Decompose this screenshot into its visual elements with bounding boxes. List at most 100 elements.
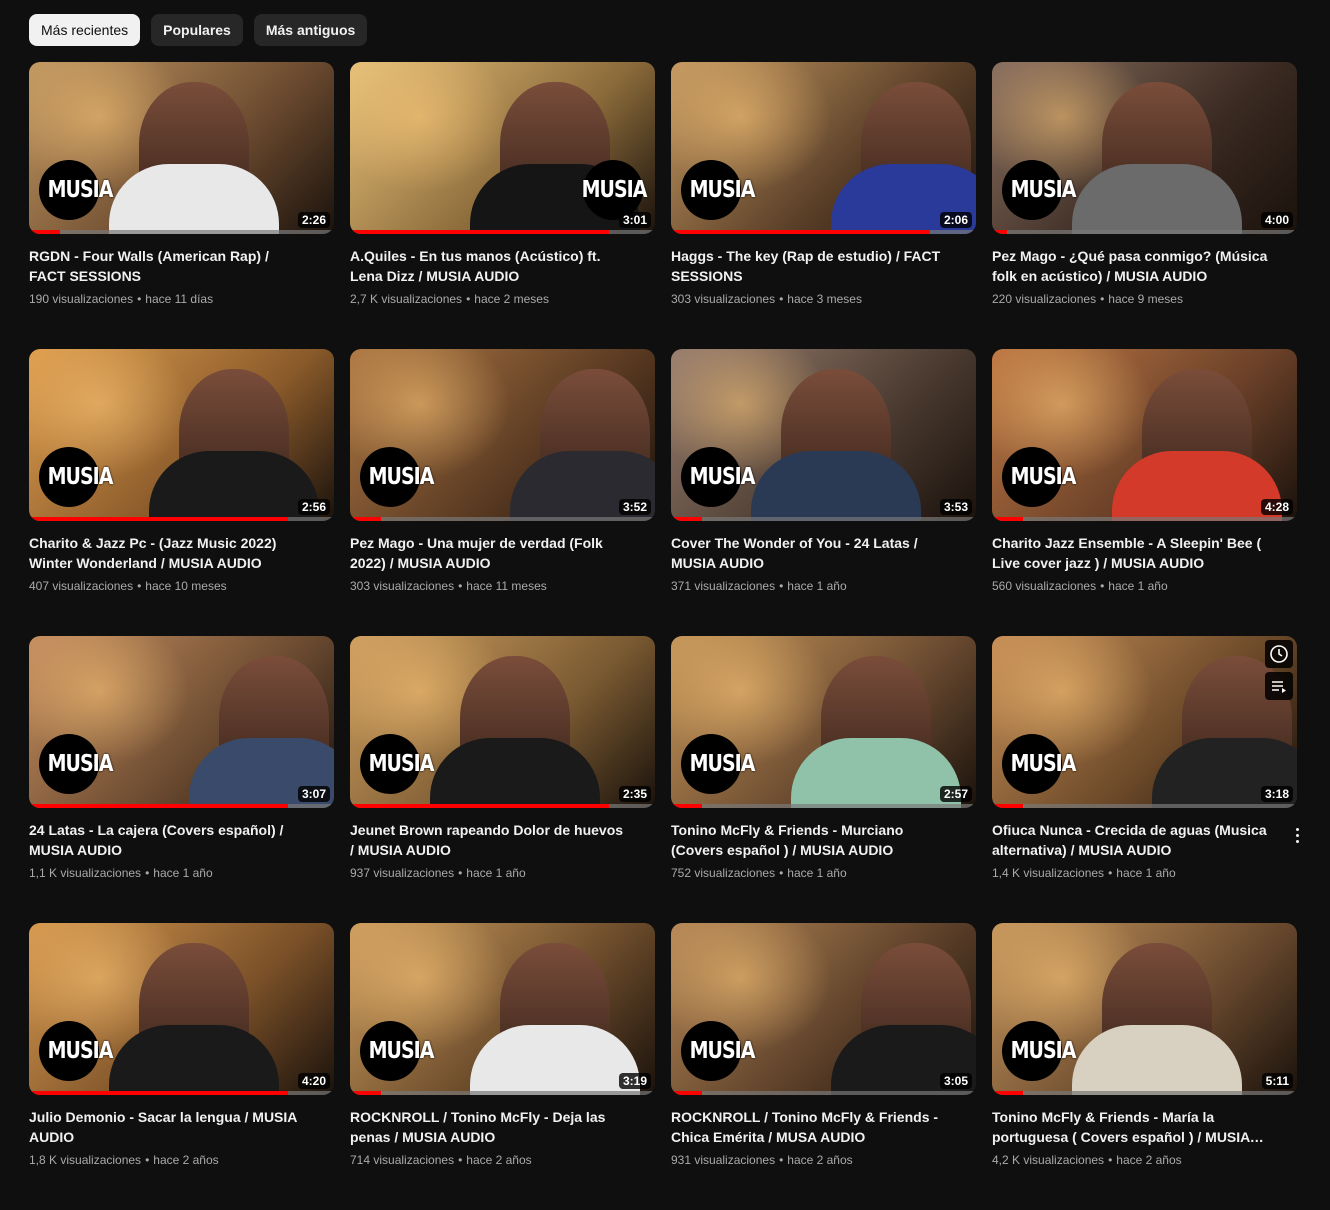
video-thumbnail[interactable]: MUSIA 2:06: [671, 62, 976, 234]
watch-progress-bar: [992, 804, 1297, 808]
watch-progress-fill: [671, 517, 702, 521]
video-card[interactable]: MUSIA 3:53 Cover The Wonder of You - 24 …: [671, 349, 976, 636]
channel-logo-watermark: MUSIA: [1002, 1021, 1076, 1081]
video-duration: 2:06: [939, 212, 972, 228]
channel-logo-text: MUSIA: [47, 176, 114, 204]
upload-age: hace 2 años: [1116, 1153, 1182, 1167]
thumbnail-performer-body: [751, 451, 921, 521]
video-title[interactable]: Pez Mago - Una mujer de verdad (Folk 202…: [350, 533, 630, 573]
video-title[interactable]: ROCKNROLL / Tonino McFly & Friends - Chi…: [671, 1107, 951, 1147]
video-duration: 3:53: [939, 499, 972, 515]
video-thumbnail[interactable]: MUSIA 3:53: [671, 349, 976, 521]
video-card[interactable]: MUSIA 4:28 Charito Jazz Ensemble - A Sle…: [992, 349, 1297, 636]
video-thumbnail[interactable]: MUSIA 2:26: [29, 62, 334, 234]
video-card[interactable]: MUSIA 3:01 A.Quiles - En tus manos (Acús…: [350, 62, 655, 349]
meta-separator: •: [137, 579, 142, 593]
video-thumbnail[interactable]: MUSIA 3:05: [671, 923, 976, 1095]
upload-age: hace 2 años: [787, 1153, 853, 1167]
video-title[interactable]: Jeunet Brown rapeando Dolor de huevos / …: [350, 820, 630, 860]
filter-chips: Más recientes Populares Más antiguos: [29, 14, 368, 46]
video-thumbnail[interactable]: MUSIA 5:11: [992, 923, 1297, 1095]
video-title[interactable]: Pez Mago - ¿Qué pasa conmigo? (Música fo…: [992, 246, 1272, 286]
video-duration: 3:52: [618, 499, 651, 515]
video-thumbnail[interactable]: MUSIA 2:35: [350, 636, 655, 808]
meta-separator: •: [1108, 866, 1113, 880]
video-card[interactable]: MUSIA 2:06 Haggs - The key (Rap de estud…: [671, 62, 976, 349]
view-count: 931 visualizaciones: [671, 1153, 776, 1167]
video-duration: 3:18: [1260, 786, 1293, 802]
video-card[interactable]: MUSIA 3:07 24 Latas - La cajera (Covers …: [29, 636, 334, 923]
video-card[interactable]: MUSIA 2:56 Charito & Jazz Pc - (Jazz Mus…: [29, 349, 334, 636]
watch-progress-fill: [29, 517, 289, 521]
video-card[interactable]: MUSIA 3:18 Ofiuca Nunca - Crecida de agu…: [992, 636, 1299, 923]
view-count: 407 visualizaciones: [29, 579, 134, 593]
meta-separator: •: [779, 866, 784, 880]
thumbnail-performer-body: [109, 1025, 279, 1095]
video-thumbnail[interactable]: MUSIA 3:18: [992, 636, 1297, 808]
video-title[interactable]: Cover The Wonder of You - 24 Latas / MUS…: [671, 533, 951, 573]
watch-later-icon[interactable]: [1265, 640, 1293, 668]
channel-logo-text: MUSIA: [689, 176, 756, 204]
video-metadata: 4,2 K visualizaciones • hace 2 años: [992, 1151, 1297, 1169]
upload-age: hace 1 año: [787, 866, 847, 880]
view-count: 1,1 K visualizaciones: [29, 866, 142, 880]
video-title[interactable]: Charito & Jazz Pc - (Jazz Music 2022) Wi…: [29, 533, 309, 573]
video-card[interactable]: MUSIA 3:19 ROCKNROLL / Tonino McFly - De…: [350, 923, 655, 1210]
meta-separator: •: [1100, 292, 1105, 306]
video-title[interactable]: Tonino McFly & Friends - María la portug…: [992, 1107, 1272, 1147]
video-card[interactable]: MUSIA 3:05 ROCKNROLL / Tonino McFly & Fr…: [671, 923, 976, 1210]
thumbnail-performer-body: [149, 451, 319, 521]
video-card[interactable]: MUSIA 4:00 Pez Mago - ¿Qué pasa conmigo?…: [992, 62, 1297, 349]
video-thumbnail[interactable]: MUSIA 4:20: [29, 923, 334, 1095]
video-card[interactable]: MUSIA 2:57 Tonino McFly & Friends - Murc…: [671, 636, 976, 923]
watch-progress-fill: [350, 517, 381, 521]
view-count: 371 visualizaciones: [671, 579, 776, 593]
video-title[interactable]: ROCKNROLL / Tonino McFly - Deja las pena…: [350, 1107, 630, 1147]
video-thumbnail[interactable]: MUSIA 4:28: [992, 349, 1297, 521]
video-thumbnail[interactable]: MUSIA 3:07: [29, 636, 334, 808]
video-title[interactable]: RGDN - Four Walls (American Rap) / FACT …: [29, 246, 309, 286]
video-card[interactable]: MUSIA 3:52 Pez Mago - Una mujer de verda…: [350, 349, 655, 636]
video-card[interactable]: MUSIA 4:20 Julio Demonio - Sacar la leng…: [29, 923, 334, 1210]
video-thumbnail[interactable]: MUSIA 4:00: [992, 62, 1297, 234]
video-title[interactable]: 24 Latas - La cajera (Covers español) / …: [29, 820, 309, 860]
chip-popular[interactable]: Populares: [151, 14, 243, 46]
video-title[interactable]: Haggs - The key (Rap de estudio) / FACT …: [671, 246, 951, 286]
video-metadata: 2,7 K visualizaciones • hace 2 meses: [350, 290, 655, 308]
watch-progress-bar: [29, 517, 334, 521]
channel-logo-watermark: MUSIA: [360, 734, 434, 794]
thumbnail-performer-body: [430, 738, 600, 808]
thumbnail-performer-body: [1072, 1025, 1242, 1095]
video-thumbnail[interactable]: MUSIA 3:52: [350, 349, 655, 521]
video-thumbnail[interactable]: MUSIA 3:01: [350, 62, 655, 234]
channel-logo-text: MUSIA: [1010, 1037, 1077, 1065]
chip-most-recent[interactable]: Más recientes: [29, 14, 141, 46]
video-thumbnail[interactable]: MUSIA 2:57: [671, 636, 976, 808]
video-title[interactable]: A.Quiles - En tus manos (Acústico) ft. L…: [350, 246, 630, 286]
watch-progress-bar: [992, 517, 1297, 521]
meta-separator: •: [466, 292, 471, 306]
channel-logo-text: MUSIA: [689, 750, 756, 778]
video-title[interactable]: Julio Demonio - Sacar la lengua / MUSIA …: [29, 1107, 309, 1147]
video-duration: 5:11: [1261, 1073, 1293, 1089]
video-card[interactable]: MUSIA 5:11 Tonino McFly & Friends - Marí…: [992, 923, 1297, 1210]
video-grid: MUSIA 2:26 RGDN - Four Walls (American R…: [29, 62, 1299, 1210]
video-card[interactable]: MUSIA 2:35 Jeunet Brown rapeando Dolor d…: [350, 636, 655, 923]
video-duration: 4:28: [1260, 499, 1293, 515]
video-title[interactable]: Charito Jazz Ensemble - A Sleepin' Bee (…: [992, 533, 1272, 573]
video-metadata: 190 visualizaciones • hace 11 días: [29, 290, 334, 308]
video-thumbnail[interactable]: MUSIA 2:56: [29, 349, 334, 521]
watch-progress-fill: [671, 230, 931, 234]
video-card[interactable]: MUSIA 2:26 RGDN - Four Walls (American R…: [29, 62, 334, 349]
add-to-queue-icon[interactable]: [1265, 672, 1293, 700]
meta-separator: •: [458, 579, 463, 593]
thumbnail-performer-body: [109, 164, 279, 234]
video-title[interactable]: Tonino McFly & Friends - Murciano (Cover…: [671, 820, 951, 860]
more-actions-icon[interactable]: [1287, 821, 1307, 849]
video-metadata: 1,8 K visualizaciones • hace 2 años: [29, 1151, 334, 1169]
watch-progress-bar: [350, 230, 655, 234]
chip-oldest[interactable]: Más antiguos: [253, 14, 368, 46]
video-title[interactable]: Ofiuca Nunca - Crecida de aguas (Musica …: [992, 820, 1272, 860]
video-thumbnail[interactable]: MUSIA 3:19: [350, 923, 655, 1095]
video-duration: 3:07: [297, 786, 330, 802]
